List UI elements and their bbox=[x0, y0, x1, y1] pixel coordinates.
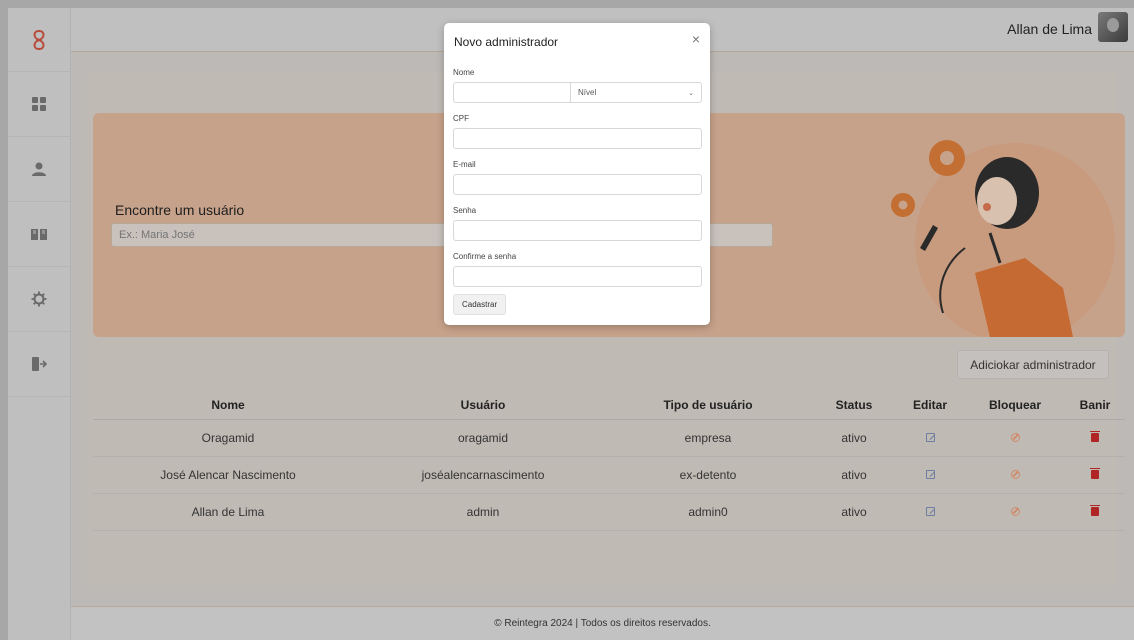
sidebar-item-library[interactable] bbox=[8, 202, 70, 267]
avatar[interactable] bbox=[1098, 12, 1128, 42]
gear-icon bbox=[31, 291, 47, 307]
confirm-password-input[interactable] bbox=[453, 266, 702, 287]
cell-status: ativo bbox=[813, 456, 895, 494]
cell-nome: Allan de Lima bbox=[93, 493, 363, 531]
user-name[interactable]: Allan de Lima bbox=[1007, 21, 1092, 37]
modal-title: Novo administrador bbox=[454, 35, 559, 49]
sidebar-item-users[interactable] bbox=[8, 137, 70, 202]
footer-text: © Reintegra 2024 | Todos os direitos res… bbox=[494, 618, 711, 629]
nome-input[interactable] bbox=[453, 82, 570, 103]
cell-usuario: joséalencarnascimento bbox=[363, 456, 603, 494]
cell-usuario: oragamid bbox=[363, 419, 603, 457]
cell-tipo: ex-detento bbox=[603, 456, 813, 494]
col-usuario[interactable]: Usuário bbox=[363, 392, 603, 420]
cell-tipo: admin0 bbox=[603, 493, 813, 531]
block-icon[interactable] bbox=[1010, 469, 1020, 479]
chevron-down-icon: ⌄ bbox=[688, 89, 694, 97]
close-icon[interactable]: × bbox=[692, 32, 700, 46]
col-banir: Banir bbox=[1065, 392, 1125, 420]
senha-input[interactable] bbox=[453, 220, 702, 241]
cell-block bbox=[965, 419, 1065, 457]
users-table: Nome Usuário Tipo de usuário Status Edit… bbox=[93, 392, 1125, 531]
cell-status: ativo bbox=[813, 493, 895, 531]
cell-edit bbox=[895, 419, 965, 457]
nome-label: Nome bbox=[453, 68, 475, 77]
trash-icon[interactable] bbox=[1090, 504, 1100, 516]
hero-illustration bbox=[891, 140, 1115, 337]
cpf-input[interactable] bbox=[453, 128, 702, 149]
nivel-select-value: Nível bbox=[578, 88, 597, 97]
cell-usuario: admin bbox=[363, 493, 603, 531]
sidebar-item-home[interactable] bbox=[8, 8, 70, 72]
logout-icon bbox=[32, 357, 47, 371]
cell-nome: Oragamid bbox=[93, 419, 363, 457]
col-editar: Editar bbox=[895, 392, 965, 420]
submit-button[interactable]: Cadastrar bbox=[453, 294, 507, 315]
email-label: E-mail bbox=[453, 160, 476, 169]
new-admin-modal: Novo administrador × Nome Nível ⌄ CPF E-… bbox=[444, 23, 710, 325]
cell-block bbox=[965, 493, 1065, 531]
confirm-password-label: Confirme a senha bbox=[453, 252, 517, 261]
table-row: Oragamid oragamid empresa ativo bbox=[93, 419, 1125, 457]
col-tipo[interactable]: Tipo de usuário bbox=[603, 392, 813, 420]
email-input[interactable] bbox=[453, 174, 702, 195]
block-icon[interactable] bbox=[1010, 506, 1020, 516]
dashboard-grid-icon bbox=[32, 97, 46, 111]
edit-icon[interactable] bbox=[925, 506, 935, 516]
edit-icon[interactable] bbox=[925, 432, 935, 442]
sidebar bbox=[8, 8, 71, 640]
add-admin-button[interactable]: Adiciokar administrador bbox=[957, 350, 1109, 379]
table-row: José Alencar Nascimento joséalencarnasci… bbox=[93, 456, 1125, 494]
cell-edit bbox=[895, 493, 965, 531]
cpf-label: CPF bbox=[453, 114, 469, 123]
edit-icon[interactable] bbox=[925, 469, 935, 479]
cell-tipo: empresa bbox=[603, 419, 813, 457]
cell-ban bbox=[1065, 493, 1125, 531]
table-row: Allan de Lima admin admin0 ativo bbox=[93, 493, 1125, 531]
cell-ban bbox=[1065, 419, 1125, 457]
logo-knot-icon bbox=[33, 29, 45, 50]
trash-icon[interactable] bbox=[1090, 430, 1100, 442]
sidebar-item-settings[interactable] bbox=[8, 267, 70, 332]
cell-edit bbox=[895, 456, 965, 494]
search-title: Encontre um usuário bbox=[115, 202, 245, 218]
user-icon bbox=[32, 162, 46, 176]
cell-status: ativo bbox=[813, 419, 895, 457]
book-icon bbox=[31, 229, 47, 240]
block-icon[interactable] bbox=[1010, 432, 1020, 442]
senha-label: Senha bbox=[453, 206, 477, 215]
footer: © Reintegra 2024 | Todos os direitos res… bbox=[71, 606, 1134, 640]
sidebar-item-dashboard[interactable] bbox=[8, 72, 70, 137]
nivel-select[interactable]: Nível ⌄ bbox=[570, 82, 702, 103]
col-bloquear: Bloquear bbox=[965, 392, 1065, 420]
col-status[interactable]: Status bbox=[813, 392, 895, 420]
cell-nome: José Alencar Nascimento bbox=[93, 456, 363, 494]
trash-icon[interactable] bbox=[1090, 467, 1100, 479]
cell-block bbox=[965, 456, 1065, 494]
cell-ban bbox=[1065, 456, 1125, 494]
sidebar-item-logout[interactable] bbox=[8, 332, 70, 397]
table-header-row: Nome Usuário Tipo de usuário Status Edit… bbox=[93, 392, 1125, 420]
col-nome[interactable]: Nome bbox=[93, 392, 363, 420]
